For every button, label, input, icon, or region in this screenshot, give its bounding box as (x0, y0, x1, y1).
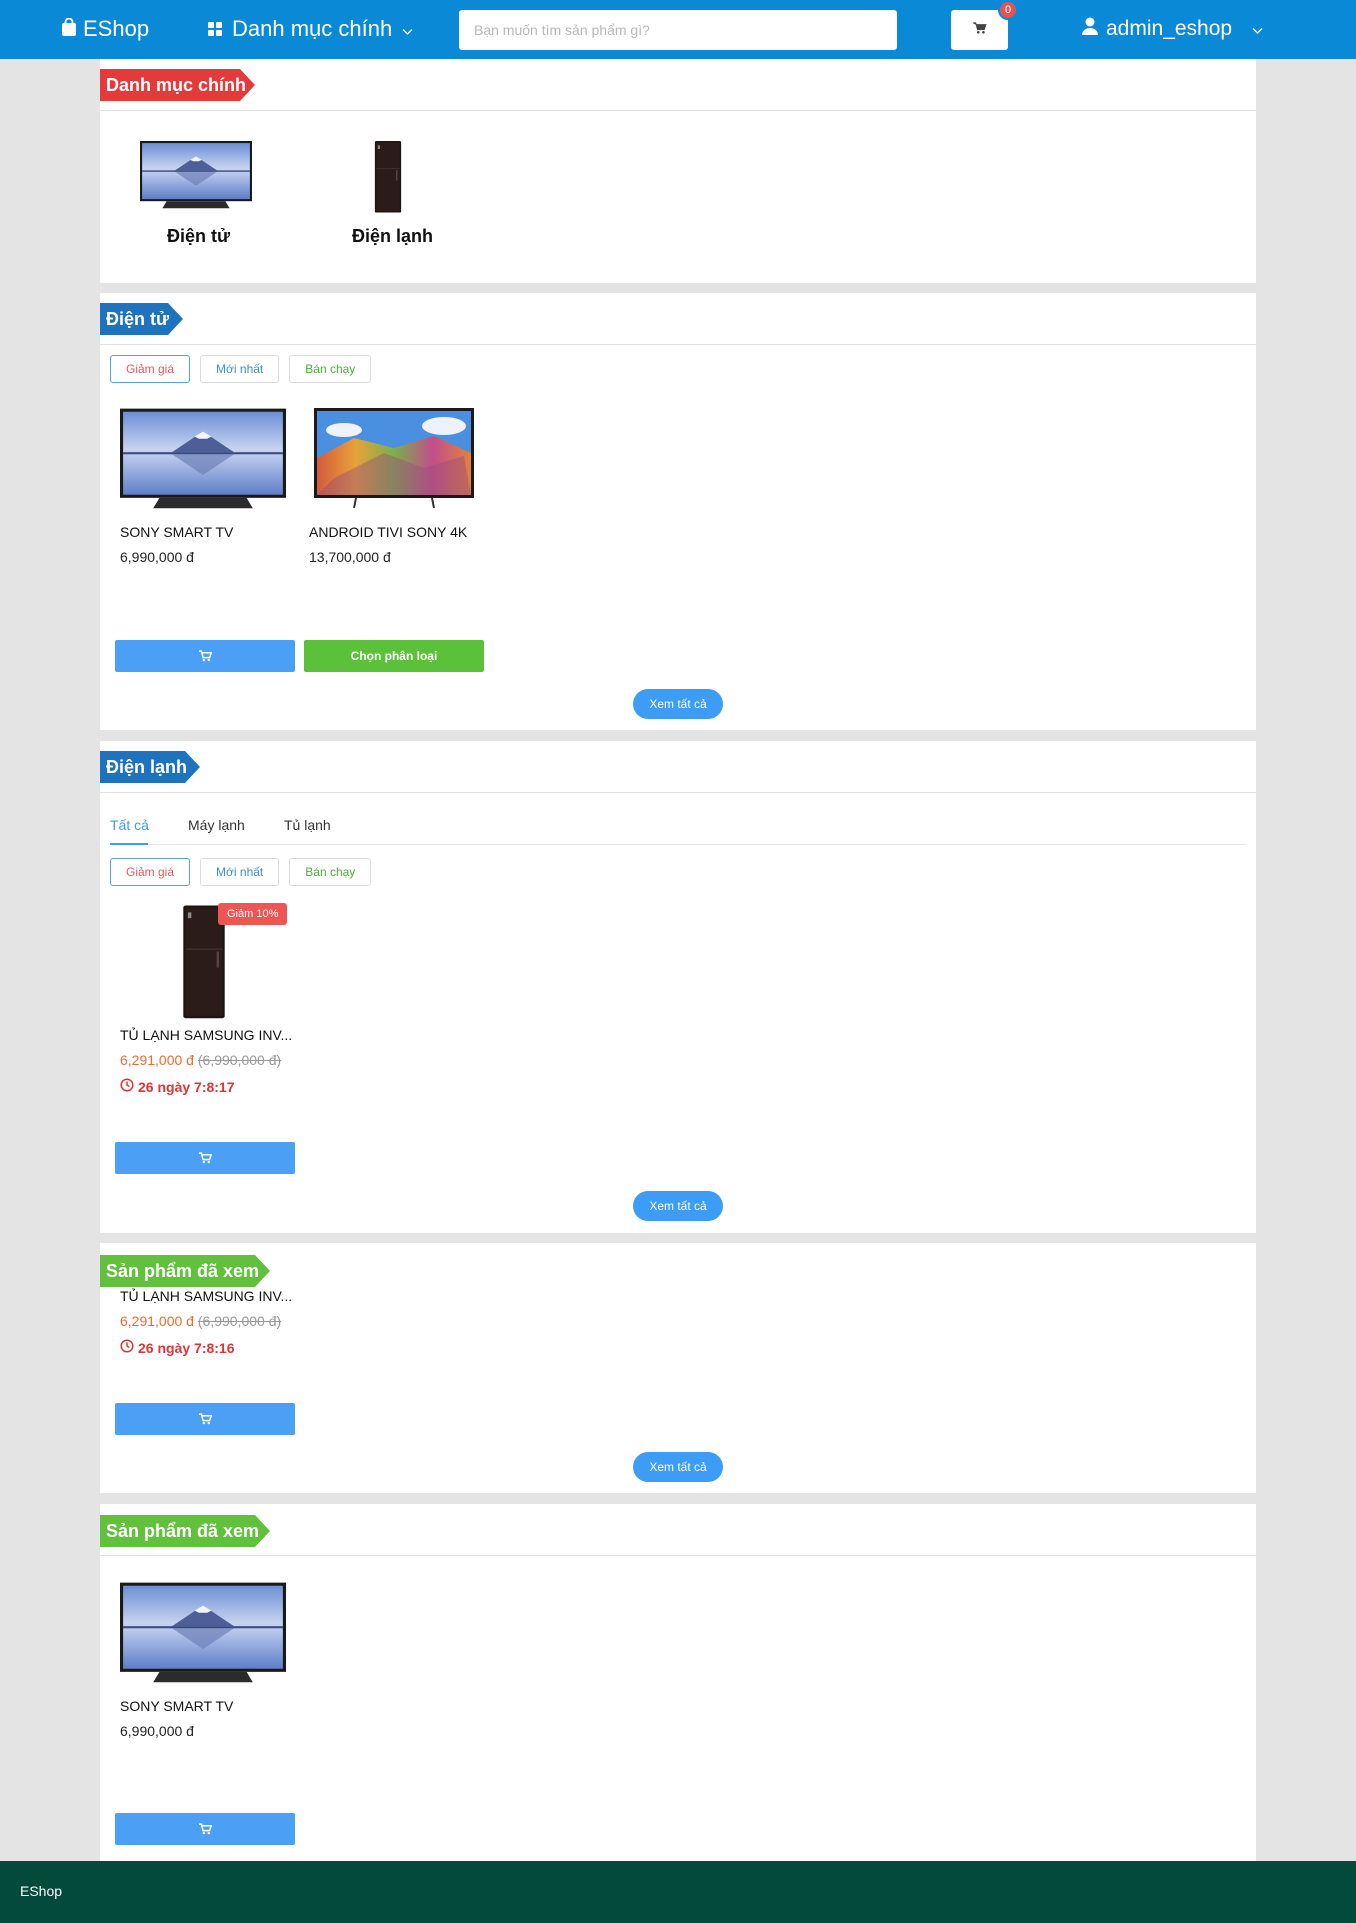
footer: EShop (0, 1861, 1356, 1923)
filter-group: Giảm giá Mới nhất Bán chạy (110, 355, 372, 383)
filter-bestseller[interactable]: Bán chạy (289, 858, 372, 886)
clock-icon (120, 1078, 134, 1095)
product-name: SONY SMART TV (120, 1698, 234, 1714)
chevron-down-icon (402, 16, 413, 42)
cooling-section: Điện lạnh Tất cả Máy lạnh Tủ lạnh Giảm g… (100, 741, 1256, 1233)
user-icon (1082, 17, 1098, 41)
sale-price: 6,291,000 đ (120, 1313, 194, 1329)
main-category-menu[interactable]: Danh mục chính (208, 16, 413, 42)
add-to-cart-button[interactable] (115, 1813, 295, 1845)
section-title: Danh mục chính (100, 69, 255, 101)
main-category-label: Danh mục chính (232, 16, 393, 41)
cart-icon (199, 1823, 212, 1835)
category-label: Điện lạnh (352, 226, 434, 246)
countdown: 26 ngày 7:8:16 (120, 1339, 235, 1356)
product-price: 6,990,000 đ (120, 549, 194, 565)
filter-newest[interactable]: Mới nhất (200, 355, 280, 383)
tab-air-conditioner[interactable]: Máy lạnh (188, 817, 245, 833)
product-price: 6,291,000 đ (6,990,000 đ) (120, 1313, 281, 1329)
choose-variant-button[interactable]: Chọn phân loại (304, 640, 484, 672)
product-image (120, 1582, 286, 1687)
brand-name: EShop (83, 16, 150, 41)
search-input[interactable] (459, 10, 897, 50)
filter-discount[interactable]: Giảm giá (110, 355, 191, 383)
old-price: (6,990,000 đ) (197, 1052, 282, 1068)
add-to-cart-button[interactable] (115, 1142, 295, 1174)
filter-newest[interactable]: Mới nhất (200, 858, 280, 886)
category-tabs: Tất cả Máy lạnh Tủ lạnh (110, 805, 1246, 845)
tab-all[interactable]: Tất cả (110, 817, 149, 833)
filter-discount[interactable]: Giảm giá (110, 858, 191, 886)
cart-button[interactable]: 0 (951, 0, 1018, 50)
product-name: SONY SMART TV (120, 524, 234, 540)
clock-icon (120, 1339, 134, 1356)
product-name: ANDROID TIVI SONY 4K (309, 524, 468, 540)
add-to-cart-button[interactable] (115, 640, 295, 672)
product-price: 6,291,000 đ (6,990,000 đ) (120, 1052, 281, 1068)
product-image (120, 408, 286, 513)
filter-bestseller[interactable]: Bán chạy (289, 355, 372, 383)
divider (100, 792, 1256, 793)
sale-price: 6,291,000 đ (120, 1052, 194, 1068)
chevron-down-icon (1252, 17, 1263, 41)
product-name: TỦ LẠNH SAMSUNG INV... (120, 1288, 293, 1304)
viewed-products-section: Sản phẩm đã xem SONY SMART TV 6,990,000 … (100, 1504, 1256, 1861)
username: admin_eshop (1106, 17, 1233, 40)
divider (100, 110, 1256, 111)
countdown: 26 ngày 7:8:17 (120, 1078, 235, 1095)
countdown-text: 26 ngày 7:8:17 (138, 1078, 235, 1095)
cart-icon (199, 1413, 212, 1425)
section-title: Sản phẩm đã xem (100, 1255, 270, 1287)
tab-fridge[interactable]: Tủ lạnh (284, 817, 331, 833)
active-tab-indicator (110, 843, 148, 845)
filter-group: Giảm giá Mới nhất Bán chạy (110, 858, 372, 886)
fridge-image (373, 141, 403, 214)
brand-link[interactable]: EShop (61, 16, 149, 42)
view-all-button[interactable]: Xem tất cả (633, 689, 723, 719)
cart-count-badge: 0 (998, 0, 1018, 20)
divider (100, 344, 1256, 345)
cart-icon (199, 650, 212, 662)
top-navbar: EShop Danh mục chính 0 admin_eshop (0, 0, 1356, 59)
shopping-bag-icon (61, 16, 77, 42)
footer-brand[interactable]: EShop (20, 1883, 62, 1899)
view-all-button[interactable]: Xem tất cả (633, 1452, 723, 1482)
grid-icon (208, 16, 222, 42)
product-image (314, 408, 474, 508)
user-menu[interactable]: admin_eshop (1082, 17, 1263, 41)
electronics-section: Điện tử Giảm giá Mới nhất Bán chạy SONY … (100, 293, 1256, 730)
cart-icon (199, 1152, 212, 1164)
section-title: Điện tử (100, 303, 183, 335)
cart-icon (972, 21, 987, 39)
category-section: Danh mục chính Điện tử Điện lạnh (100, 59, 1256, 283)
countdown-text: 26 ngày 7:8:16 (138, 1339, 235, 1356)
view-all-button[interactable]: Xem tất cả (633, 1191, 723, 1221)
discount-badge: Giảm 10% (218, 903, 288, 925)
divider (100, 1555, 1256, 1556)
section-title: Sản phẩm đã xem (100, 1515, 270, 1547)
section-title: Điện lạnh (100, 751, 200, 783)
old-price: (6,990,000 đ) (197, 1313, 282, 1329)
category-label: Điện tử (167, 226, 231, 246)
product-name: TỦ LẠNH SAMSUNG INV... (120, 1027, 293, 1043)
viewed-products-section: TỦ LẠNH SAMSUNG INV... 6,291,000 đ (6,99… (100, 1243, 1256, 1493)
product-price: 6,990,000 đ (120, 1723, 194, 1739)
tv-image (140, 140, 252, 212)
product-price: 13,700,000 đ (309, 549, 391, 565)
add-to-cart-button[interactable] (115, 1403, 295, 1435)
